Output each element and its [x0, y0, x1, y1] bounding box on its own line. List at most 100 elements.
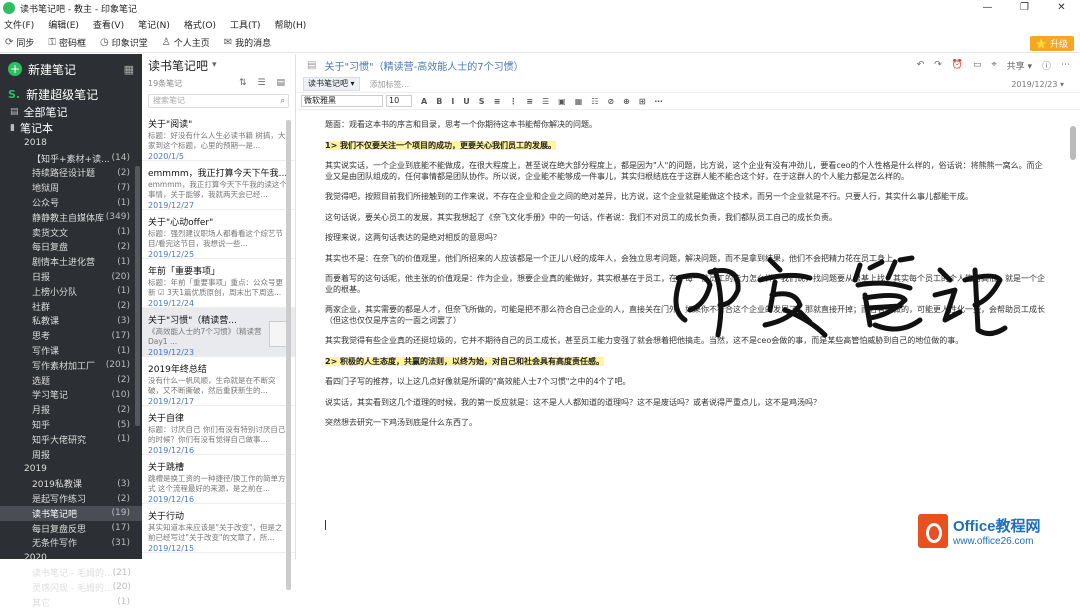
- sidebar-notebook-item[interactable]: 写作素材加工厂 (201): [0, 358, 142, 373]
- format-button[interactable]: ⊞: [639, 97, 646, 106]
- menu-note[interactable]: 笔记(N): [138, 18, 170, 31]
- sidebar-notebook-item[interactable]: 卖货文文 (1): [0, 225, 142, 240]
- search-icon[interactable]: ⌕: [281, 95, 285, 107]
- format-button[interactable]: U: [463, 97, 470, 106]
- sidebar-notebook-item[interactable]: 其它 (1): [0, 595, 142, 610]
- note-card[interactable]: 关于自律 标题：讨厌自己 你们有没有特别讨厌自己的时候？你们有没有觉得自己做事..…: [142, 406, 295, 455]
- format-button[interactable]: ▣: [558, 97, 566, 106]
- messages-button[interactable]: ✉ 我的消息: [224, 36, 271, 49]
- new-note-button[interactable]: + 新建笔记 ▦: [0, 54, 142, 84]
- sidebar-notebook-item[interactable]: 知乎大佬研究 (1): [0, 432, 142, 447]
- notebook-stack[interactable]: 2020: [0, 550, 142, 565]
- sidebar-notebook-item[interactable]: 日报 (20): [0, 269, 142, 284]
- sidebar-notebook-item[interactable]: 静静教主自媒体库 (349): [0, 210, 142, 225]
- sidebar-notebook-item[interactable]: 读书笔记 - 毛姆的... (21): [0, 565, 142, 580]
- note-title[interactable]: 关于"习惯"（精读营-高效能人士的7个习惯）: [324, 58, 523, 73]
- format-button[interactable]: A: [421, 97, 427, 106]
- format-button[interactable]: S: [479, 97, 485, 106]
- sidebar-notebook-item[interactable]: 思考 (17): [0, 328, 142, 343]
- note-card[interactable]: 关于"心动offer" 标题：强烈建议职场人都看看这个综艺节目/看完这节目，我想说…: [142, 210, 295, 259]
- note-date[interactable]: 2019/12/23 ▾: [1011, 80, 1064, 89]
- note-card[interactable]: 年前「重要事项」 标题：年前「重要事项」重点：公众号更新 ☑ 3天1篇优质原创，周…: [142, 259, 295, 308]
- new-super-note-button[interactable]: S. 新建超级笔记: [0, 84, 142, 104]
- close-icon[interactable]: ✕: [1043, 0, 1080, 16]
- format-button[interactable]: I: [451, 97, 454, 106]
- sidebar-notebook-item[interactable]: 持续路径设计题 (2): [0, 166, 142, 181]
- note-card[interactable]: 2019年终总结 没有什么一帆风顺，生命就是在不断突破，又不断撕破，然后重获新生的…: [142, 357, 295, 406]
- format-button[interactable]: ☰: [542, 97, 549, 106]
- menu-help[interactable]: 帮助(H): [275, 18, 307, 31]
- sidebar-notebook-item[interactable]: 每日复盘反思 (17): [0, 521, 142, 536]
- note-card[interactable]: 关于跳槽 跳槽是换工资的一种捷径/换工作的简单方式 这个流程最好的来源，是之前在.…: [142, 455, 295, 504]
- minimize-icon[interactable]: —: [969, 0, 1006, 16]
- sidebar-notebook-item[interactable]: 每日复盘 (2): [0, 240, 142, 255]
- format-button[interactable]: ≡: [494, 97, 501, 106]
- sync-button[interactable]: ⟳ 同步: [5, 36, 34, 49]
- sidebar-notebook-item[interactable]: 知乎 (5): [0, 417, 142, 432]
- menu-format[interactable]: 格式(O): [184, 18, 216, 31]
- add-tag-input[interactable]: 添加标签...: [370, 79, 410, 90]
- note-card[interactable]: emmmm，我正打算今天下午我... emmmm，我正打算今天下午我的读这个事情，…: [142, 161, 295, 210]
- note-card[interactable]: 关于行动 其实知道本来应该是"关于改变"，但是之前已经写过"关于改变"的文章了，所…: [142, 504, 295, 553]
- chevron-down-icon[interactable]: ▾: [212, 60, 217, 70]
- share-node-icon[interactable]: ⌖: [992, 60, 997, 70]
- sidebar-notebook-item[interactable]: 公众号 (1): [0, 195, 142, 210]
- sidebar-notebook-item[interactable]: 剧情本土进化营 (1): [0, 254, 142, 269]
- sidebar-notebook-item[interactable]: 社群 (2): [0, 299, 142, 314]
- format-button[interactable]: B: [436, 97, 442, 106]
- upgrade-button[interactable]: ⭐ 升级: [1029, 36, 1074, 51]
- font-size-select[interactable]: 10: [386, 95, 412, 107]
- note-card[interactable]: 关于"习惯"（精读营... 《高效能人士的7个习惯》（精读营Day1 ... 201…: [142, 308, 295, 357]
- sidebar-notebook-item[interactable]: 私教课 (3): [0, 314, 142, 329]
- notebook-selector[interactable]: 读书笔记吧 ▾: [303, 77, 360, 91]
- info-icon[interactable]: ⓘ: [1042, 59, 1051, 72]
- grid-icon[interactable]: ▦: [124, 63, 134, 76]
- sidebar-notebook-item[interactable]: 周报: [0, 447, 142, 462]
- sidebar-notebook-item[interactable]: 是起写作练习 (2): [0, 491, 142, 506]
- homepage-button[interactable]: ♙ 个人主页: [162, 36, 210, 49]
- undo-icon[interactable]: ↶: [917, 60, 925, 70]
- more-icon[interactable]: ⋯: [1061, 60, 1070, 70]
- sidebar-notebook-item[interactable]: 2019私教课 (3): [0, 476, 142, 491]
- format-button[interactable]: ⊕: [623, 97, 630, 106]
- notebook-title[interactable]: 读书笔记吧: [148, 57, 208, 74]
- present-icon[interactable]: ▭: [973, 60, 982, 70]
- format-button[interactable]: ▦: [575, 97, 583, 106]
- font-family-select[interactable]: 微软雅黑: [301, 95, 383, 107]
- notebook-stack[interactable]: 2019: [0, 462, 142, 477]
- sidebar-notebook-item[interactable]: 学习笔记 (10): [0, 388, 142, 403]
- format-button[interactable]: ⊘: [607, 97, 614, 106]
- sidebar-notebook-item[interactable]: 无条件写作 (31): [0, 536, 142, 551]
- notebook-stack[interactable]: 2018: [0, 136, 142, 151]
- format-button[interactable]: ☷: [591, 97, 598, 106]
- sidebar-notebook-item[interactable]: 灵感闪现 - 毛姆的... (20): [0, 580, 142, 595]
- sidebar-notebook-item[interactable]: 写作课 (1): [0, 343, 142, 358]
- maximize-icon[interactable]: ❐: [1006, 0, 1043, 16]
- sidebar-notebook-item[interactable]: 选题 (2): [0, 373, 142, 388]
- menu-view[interactable]: 查看(V): [93, 18, 124, 31]
- note-list-scrollbar[interactable]: [286, 120, 291, 590]
- editor-scrollbar[interactable]: [1070, 126, 1076, 160]
- menu-edit[interactable]: 编辑(E): [48, 18, 79, 31]
- sort-view-icons[interactable]: ⇅ ☰ ▤: [239, 78, 289, 88]
- password-button[interactable]: ⚿ 密码框: [48, 36, 86, 49]
- sidebar-notebook-item[interactable]: 月报 (2): [0, 402, 142, 417]
- menu-tools[interactable]: 工具(T): [230, 18, 261, 31]
- note-card[interactable]: 关于"阅读" 标题：好没有什么人生必读书籍 树搞，大家到这个标题，心里的预期一是.…: [142, 112, 295, 161]
- class-button[interactable]: ◷ 印象识堂: [100, 36, 148, 49]
- share-button[interactable]: 共享 ▾: [1007, 59, 1032, 72]
- format-button[interactable]: ≡: [526, 97, 533, 106]
- sidebar-notebook-item[interactable]: 【知乎+素材+读... (14): [0, 151, 142, 166]
- sidebar-notebook-item[interactable]: 地狱周 (7): [0, 180, 142, 195]
- format-button[interactable]: ⋯: [655, 97, 663, 106]
- notebooks-item[interactable]: ▮ 笔记本: [0, 120, 142, 136]
- sidebar-notebook-item[interactable]: 读书笔记吧 (19): [0, 505, 142, 521]
- sidebar-notebook-item[interactable]: 上榜小分队 (1): [0, 284, 142, 299]
- sidebar-scrollbar[interactable]: [135, 166, 140, 426]
- reminder-icon[interactable]: ⏰: [952, 60, 963, 70]
- format-button[interactable]: ⋮: [509, 97, 517, 106]
- menu-file[interactable]: 文件(F): [4, 18, 34, 31]
- all-notes-item[interactable]: ▤ 全部笔记: [0, 104, 142, 120]
- search-input[interactable]: 搜索笔记 ⌕: [148, 94, 289, 108]
- redo-icon[interactable]: ↷: [934, 60, 942, 70]
